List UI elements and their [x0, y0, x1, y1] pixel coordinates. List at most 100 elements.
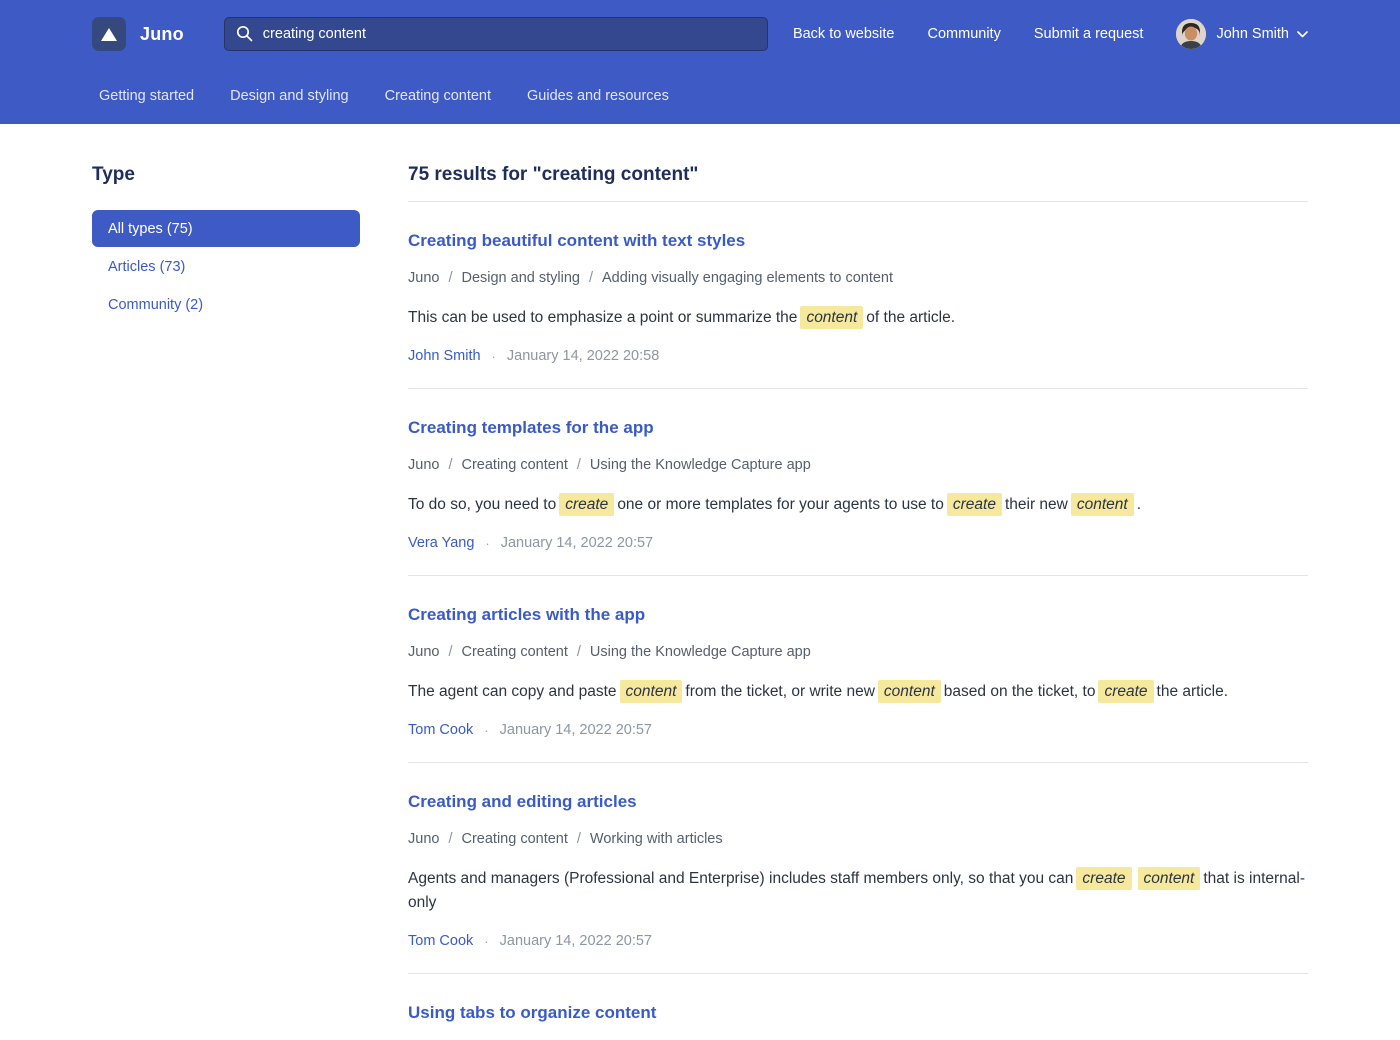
filter-articles[interactable]: Articles (73)	[92, 248, 360, 285]
highlighted-term: create	[559, 493, 615, 516]
type-filter-sidebar: Type All types (75) Articles (73) Commun…	[92, 124, 360, 1040]
avatar[interactable]	[1176, 19, 1207, 49]
highlighted-term: content	[1070, 493, 1134, 516]
breadcrumb-item[interactable]: Adding visually engaging elements to con…	[602, 270, 893, 286]
result-title-link[interactable]: Creating beautiful content with text sty…	[408, 230, 1308, 252]
header: Juno Back to website Community Submit a …	[0, 0, 1400, 124]
result-title-link[interactable]: Creating templates for the app	[408, 417, 1308, 439]
community-link[interactable]: Community	[928, 26, 1001, 42]
snippet-text: the article.	[1156, 683, 1229, 700]
result-date: January 14, 2022 20:57	[499, 722, 652, 738]
snippet-text: This can be used to emphasize a point or…	[408, 309, 798, 326]
result-title-link[interactable]: Using tabs to organize content	[408, 1002, 1308, 1024]
search-result-item: Creating articles with the app Juno / Crea…	[408, 576, 1308, 763]
result-snippet: The agent can copy and paste content from …	[408, 680, 1308, 704]
breadcrumb-separator: /	[448, 270, 453, 286]
highlighted-term: create	[1076, 867, 1132, 890]
nav-item-getting-started[interactable]: Getting started	[99, 88, 194, 104]
result-title-link[interactable]: Creating articles with the app	[408, 604, 1308, 626]
snippet-text: Agents and managers (Professional and En…	[408, 870, 1074, 887]
search-results: 75 results for "creating content" Creati…	[408, 124, 1308, 1040]
submit-request-link[interactable]: Submit a request	[1034, 26, 1144, 42]
result-title-link[interactable]: Creating and editing articles	[408, 791, 1308, 813]
nav-item-design-and-styling[interactable]: Design and styling	[230, 88, 349, 104]
meta-dot-separator: ·	[491, 348, 496, 364]
snippet-text: from the ticket, or write new	[685, 683, 875, 700]
category-nav: Getting started Design and styling Creat…	[0, 68, 1400, 124]
meta-dot-separator: ·	[485, 535, 490, 551]
result-date: January 14, 2022 20:57	[499, 933, 652, 949]
breadcrumb-item[interactable]: Working with articles	[590, 831, 723, 847]
breadcrumb-item[interactable]: Creating content	[461, 457, 567, 473]
result-meta: John Smith · January 14, 2022 20:58	[408, 348, 1308, 364]
user-name: John Smith	[1216, 26, 1289, 42]
result-meta: Vera Yang · January 14, 2022 20:57	[408, 535, 1308, 551]
breadcrumb-separator: /	[576, 831, 581, 847]
filter-community[interactable]: Community (2)	[92, 286, 360, 323]
logo[interactable]: Juno	[92, 17, 184, 51]
highlighted-term: create	[1098, 680, 1154, 703]
snippet-text: To do so, you need to	[408, 496, 557, 513]
meta-dot-separator: ·	[484, 933, 489, 949]
result-author-link[interactable]: John Smith	[408, 348, 481, 364]
snippet-text: based on the ticket, to	[943, 683, 1096, 700]
breadcrumb-separator: /	[576, 644, 581, 660]
snippet-text: The agent can copy and paste	[408, 683, 617, 700]
meta-dot-separator: ·	[484, 722, 489, 738]
result-meta: Tom Cook · January 14, 2022 20:57	[408, 933, 1308, 949]
back-to-website-link[interactable]: Back to website	[793, 26, 895, 42]
breadcrumb-separator: /	[448, 644, 453, 660]
brand-name: Juno	[140, 23, 184, 44]
chevron-down-icon	[1297, 30, 1308, 37]
filter-title: Type	[92, 164, 135, 185]
search-result-item: Creating and editing articles Juno / Creat…	[408, 763, 1308, 974]
search-result-item: Creating templates for the app Juno / Crea…	[408, 389, 1308, 576]
search-icon	[236, 25, 253, 42]
header-links: Back to website Community Submit a reque…	[793, 19, 1308, 49]
snippet-text: one or more templates for your agents to…	[617, 496, 944, 513]
breadcrumb-item[interactable]: Creating content	[461, 831, 567, 847]
breadcrumb: Juno / Creating content / Using the Knowledg…	[408, 455, 1308, 475]
result-snippet: To do so, you need to create one or more t…	[408, 493, 1308, 517]
search-result-item: Using tabs to organize content	[408, 974, 1308, 1040]
highlighted-term: create	[946, 493, 1002, 516]
breadcrumb-item[interactable]: Juno	[408, 270, 439, 286]
snippet-text: .	[1136, 496, 1142, 513]
breadcrumb-item[interactable]: Juno	[408, 457, 439, 473]
nav-item-guides-and-resources[interactable]: Guides and resources	[527, 88, 669, 104]
result-date: January 14, 2022 20:57	[500, 535, 654, 551]
breadcrumb-item[interactable]: Creating content	[461, 644, 567, 660]
breadcrumb: Juno / Creating content / Using the Knowledg…	[408, 642, 1308, 662]
nav-item-creating-content[interactable]: Creating content	[385, 88, 491, 104]
user-menu[interactable]: John Smith	[1176, 19, 1308, 49]
result-author-link[interactable]: Tom Cook	[408, 722, 473, 738]
result-snippet: This can be used to emphasize a point or…	[408, 306, 1308, 330]
result-date: January 14, 2022 20:58	[506, 348, 660, 364]
filter-all-types[interactable]: All types (75)	[92, 210, 360, 247]
breadcrumb-separator: /	[576, 457, 581, 473]
breadcrumb-item[interactable]: Using the Knowledge Capture app	[590, 457, 811, 473]
highlighted-term: content	[1137, 867, 1201, 890]
breadcrumb-item[interactable]: Design and styling	[461, 270, 580, 286]
snippet-text: of the article.	[866, 309, 956, 326]
results-heading: 75 results for "creating content"	[408, 164, 1308, 202]
highlighted-term: content	[619, 680, 683, 703]
breadcrumb-item[interactable]: Using the Knowledge Capture app	[590, 644, 811, 660]
breadcrumb-item[interactable]: Juno	[408, 831, 439, 847]
breadcrumb-separator: /	[588, 270, 594, 286]
highlighted-term: content	[877, 680, 941, 703]
triangle-logo-icon	[101, 27, 117, 41]
breadcrumb: Juno / Creating content / Working with artic…	[408, 829, 1308, 849]
breadcrumb-separator: /	[448, 457, 453, 473]
breadcrumb-separator: /	[448, 831, 453, 847]
highlighted-term: content	[800, 306, 864, 329]
search-input[interactable]	[223, 17, 768, 51]
snippet-text: their new	[1004, 496, 1068, 513]
breadcrumb-item[interactable]: Juno	[408, 644, 439, 660]
content: Type All types (75) Articles (73) Commun…	[0, 124, 1400, 1040]
logo-box	[92, 17, 126, 51]
breadcrumb: Juno / Design and styling / Adding visually …	[408, 268, 1308, 288]
header-top-row: Juno Back to website Community Submit a …	[0, 0, 1400, 68]
result-author-link[interactable]: Vera Yang	[408, 535, 474, 551]
result-author-link[interactable]: Tom Cook	[408, 933, 473, 949]
